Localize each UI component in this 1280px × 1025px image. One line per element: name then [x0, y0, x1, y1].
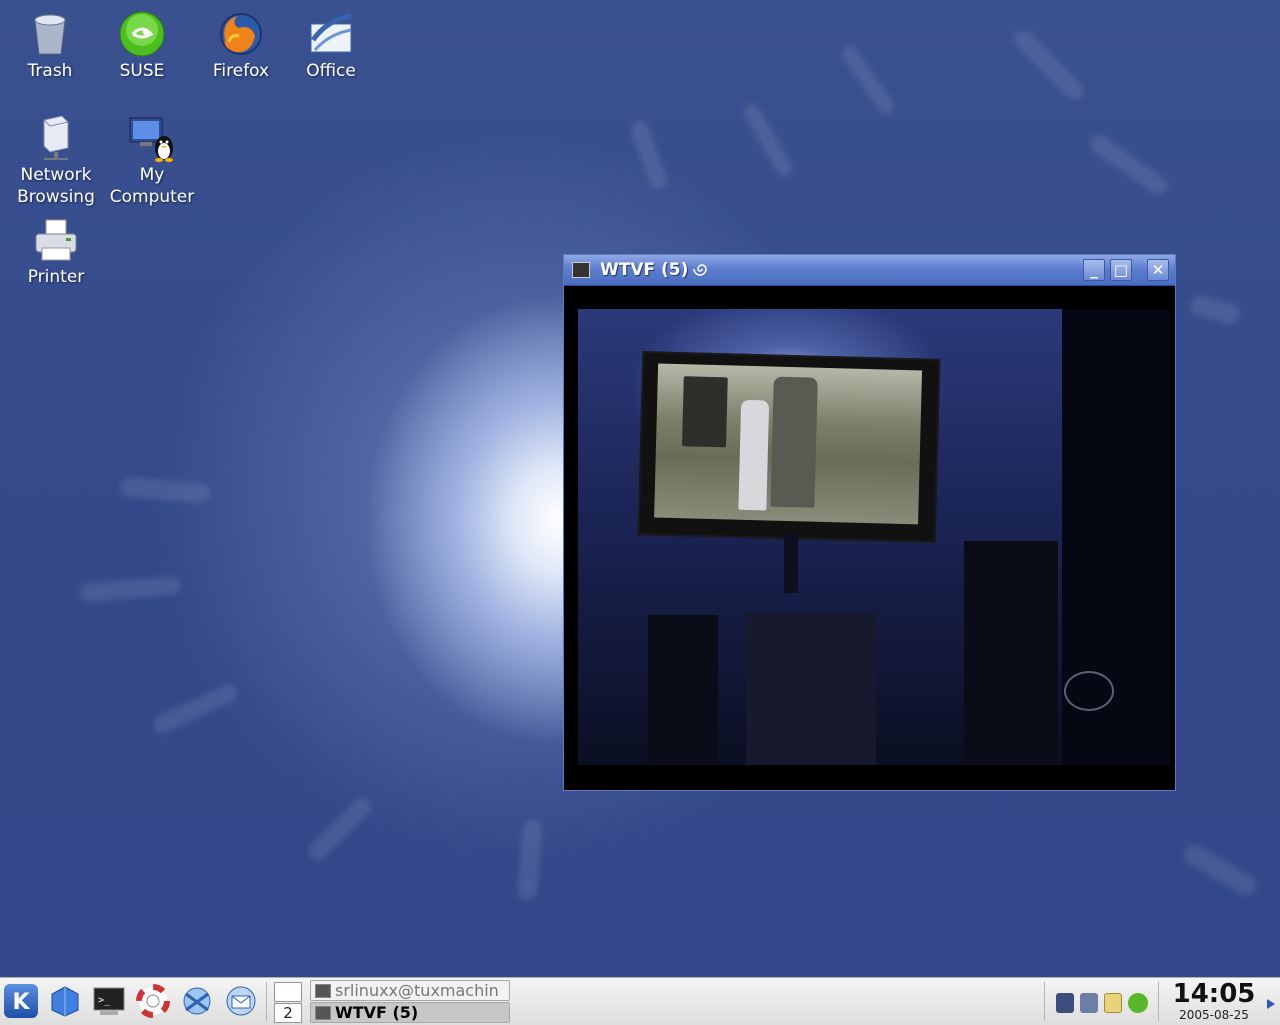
- wallpaper-streak: [1086, 131, 1172, 199]
- suse-updater-icon[interactable]: [1128, 993, 1148, 1013]
- video-tv-picture: [654, 363, 923, 525]
- home-folder-icon[interactable]: [48, 984, 82, 1018]
- svg-text:>_: >_: [98, 995, 111, 1006]
- video-cabinet: [746, 613, 876, 765]
- pager-desktop-2[interactable]: 2: [274, 1003, 302, 1023]
- window-titlebar[interactable]: WTVF (5) _ □ ✕: [564, 255, 1175, 286]
- kde-menu-icon[interactable]: K: [4, 984, 38, 1018]
- desktop-pager: 2: [272, 980, 304, 1023]
- printer-icon: [32, 216, 80, 264]
- taskbar-separator: [1044, 982, 1045, 1021]
- suse-icon: [118, 10, 166, 58]
- desktop-icon-label: Office: [306, 61, 356, 81]
- cbs-eye-logo-icon: [1064, 671, 1114, 711]
- office-icon: [307, 10, 355, 58]
- task-label: WTVF (5): [335, 1003, 419, 1022]
- task-label: srlinuxx@tuxmachin: [335, 981, 499, 1000]
- tv-app-icon[interactable]: [572, 262, 590, 278]
- wallpaper-streak: [628, 119, 670, 191]
- close-button[interactable]: ✕: [1147, 259, 1169, 281]
- wallpaper-streak: [1010, 26, 1088, 104]
- video-figure-man: [770, 376, 818, 508]
- trash-icon: [26, 10, 74, 58]
- sticky-swirl-icon[interactable]: [690, 260, 710, 278]
- wallpaper-streak: [305, 794, 375, 864]
- firefox-icon: [217, 10, 265, 58]
- wallpaper-streak: [150, 681, 240, 737]
- wallpaper-streak: [838, 42, 898, 118]
- taskbar: K >_ 2 srlinuxx@tuxmachin WTVF (5) 14:05…: [0, 977, 1280, 1025]
- terminal-icon[interactable]: >_: [92, 984, 126, 1018]
- wallpaper-streak: [741, 101, 795, 179]
- video-figure-child: [738, 399, 770, 511]
- network-icon: [32, 114, 80, 162]
- desktop-icon-label: Trash: [27, 61, 73, 81]
- desktop-icon-network-browsing[interactable]: Network Browsing: [12, 114, 100, 208]
- video-tv-frame: [637, 351, 941, 543]
- konqueror-browser-icon[interactable]: [180, 984, 214, 1018]
- desktop-icon-printer[interactable]: Printer: [18, 216, 94, 288]
- wallpaper-streak: [1188, 293, 1242, 327]
- wallpaper-streak: [79, 575, 181, 603]
- wallpaper-streak: [119, 476, 211, 504]
- volume-speaker-icon[interactable]: [1080, 993, 1098, 1013]
- taskbar-task-terminal[interactable]: srlinuxx@tuxmachin: [310, 980, 510, 1001]
- tv-task-icon: [315, 1006, 331, 1020]
- network-monitor-icon[interactable]: [1056, 993, 1074, 1013]
- desktop-icon-my-computer[interactable]: My Computer: [106, 114, 198, 208]
- svg-text:K: K: [12, 990, 30, 1015]
- terminal-task-icon: [315, 984, 331, 998]
- panel-hide-arrow-icon[interactable]: [1266, 998, 1276, 1010]
- klipper-clipboard-icon[interactable]: [1104, 993, 1122, 1013]
- taskbar-separator: [1158, 982, 1159, 1021]
- mail-client-icon[interactable]: [224, 984, 258, 1018]
- maximize-button[interactable]: □: [1110, 259, 1132, 281]
- desktop-icon-label: SUSE: [119, 61, 165, 81]
- help-lifebuoy-icon[interactable]: [136, 984, 170, 1018]
- video-speaker-right: [964, 541, 1058, 765]
- clock-date[interactable]: 2005-08-25: [1166, 1008, 1262, 1022]
- minimize-button[interactable]: _: [1083, 259, 1105, 281]
- desktop-icon-office[interactable]: Office: [295, 10, 367, 82]
- video-tv-stand: [784, 533, 798, 593]
- pager-desktop-1[interactable]: [274, 982, 302, 1002]
- system-tray: [1048, 981, 1154, 1021]
- taskbar-separator: [266, 982, 267, 1021]
- desktop-icon-label: Network Browsing: [17, 165, 95, 207]
- desktop-icon-label: My Computer: [109, 165, 195, 207]
- video-display[interactable]: [578, 309, 1170, 765]
- desktop-icon-suse[interactable]: SUSE: [106, 10, 178, 82]
- desktop-icon-label: Firefox: [212, 61, 270, 81]
- desktop-icon-label: Printer: [27, 267, 85, 287]
- desktop-icon-firefox[interactable]: Firefox: [205, 10, 277, 82]
- computer-icon: [128, 114, 176, 162]
- wallpaper-streak: [1180, 841, 1260, 899]
- window-title: WTVF (5): [600, 260, 689, 280]
- clock-time[interactable]: 14:05: [1166, 979, 1262, 1009]
- wallpaper-streak: [516, 819, 544, 901]
- taskbar-task-tv-window[interactable]: WTVF (5): [310, 1002, 510, 1023]
- tv-window[interactable]: WTVF (5) _ □ ✕: [563, 254, 1176, 791]
- desktop-icon-trash[interactable]: Trash: [14, 10, 86, 82]
- video-speaker-left: [648, 615, 718, 765]
- video-background-object: [681, 376, 728, 448]
